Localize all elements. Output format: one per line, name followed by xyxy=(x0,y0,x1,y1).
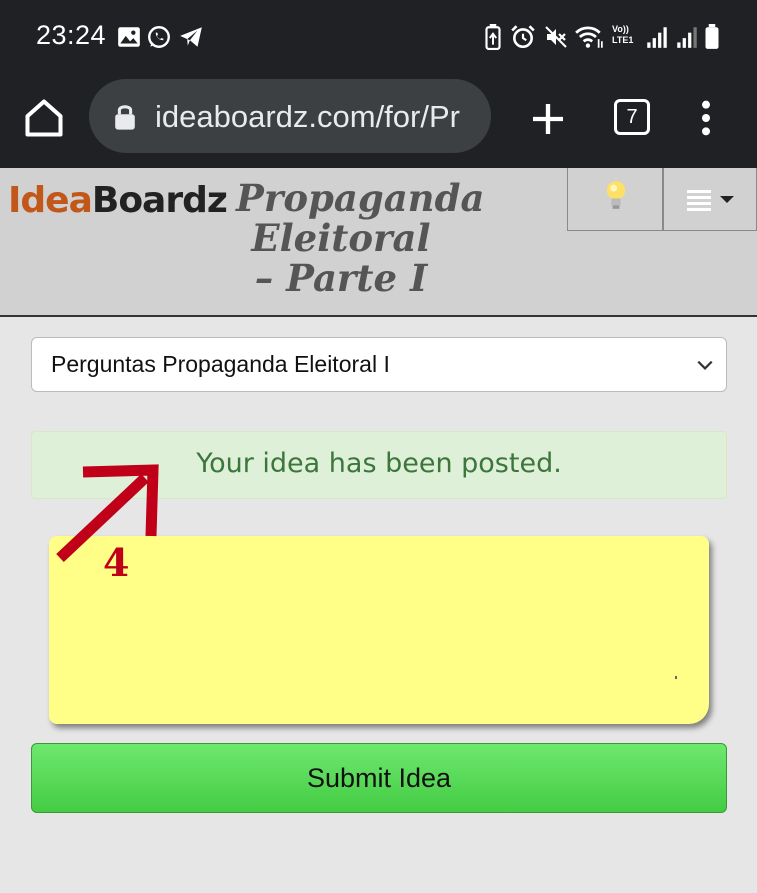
tab-switcher-button[interactable]: 7 xyxy=(614,99,650,135)
text-cursor xyxy=(675,676,677,679)
signal-icon xyxy=(647,27,667,48)
ideaboardz-logo[interactable]: IdeaBoardz xyxy=(8,180,228,221)
wifi-icon xyxy=(575,26,603,48)
volte-icon: Vo)) LTE1 xyxy=(612,24,634,45)
alarm-icon xyxy=(511,25,535,49)
mute-icon xyxy=(545,26,567,48)
submit-idea-label: Submit Idea xyxy=(306,763,452,793)
lock-icon xyxy=(115,105,135,130)
list-menu-icon xyxy=(687,190,734,211)
lightbulb-icon xyxy=(606,181,626,209)
whatsapp-icon xyxy=(148,26,170,48)
overflow-menu-icon[interactable] xyxy=(694,98,718,138)
logo-boardz-text: Boardz xyxy=(91,180,228,221)
new-tab-icon[interactable] xyxy=(528,99,568,139)
chevron-down-icon xyxy=(697,360,713,370)
gallery-icon xyxy=(118,27,140,47)
battery-icon xyxy=(705,24,719,49)
status-bar: 23:24 Vo)) LTE1 xyxy=(0,0,757,72)
ideas-button[interactable] xyxy=(567,168,663,231)
section-select-value: Perguntas Propaganda Eleitoral I xyxy=(51,351,390,377)
address-bar[interactable]: ideaboardz.com/for/Pr xyxy=(89,79,491,153)
home-icon[interactable] xyxy=(22,96,66,140)
submit-idea-button[interactable]: Submit Idea xyxy=(31,743,727,813)
screen: 23:24 Vo)) LTE1 ideaboardz.com/for/Pr 7 … xyxy=(0,0,757,893)
board-title: Propaganda Eleitoral – Parte I xyxy=(236,176,485,300)
annotation-step-number: 4 xyxy=(103,540,130,585)
url-text: ideaboardz.com/for/Pr xyxy=(155,99,460,134)
browser-toolbar: ideaboardz.com/for/Pr 7 xyxy=(0,72,757,168)
section-select[interactable]: Perguntas Propaganda Eleitoral I xyxy=(31,337,727,392)
list-menu-button[interactable] xyxy=(663,168,757,231)
logo-idea-text: Idea xyxy=(8,180,93,221)
signal-icon xyxy=(677,27,697,48)
battery-saver-icon xyxy=(485,24,501,50)
status-time: 23:24 xyxy=(36,20,107,50)
telegram-icon xyxy=(180,27,202,47)
site-header: IdeaBoardz Propaganda Eleitoral – Parte … xyxy=(0,168,757,317)
